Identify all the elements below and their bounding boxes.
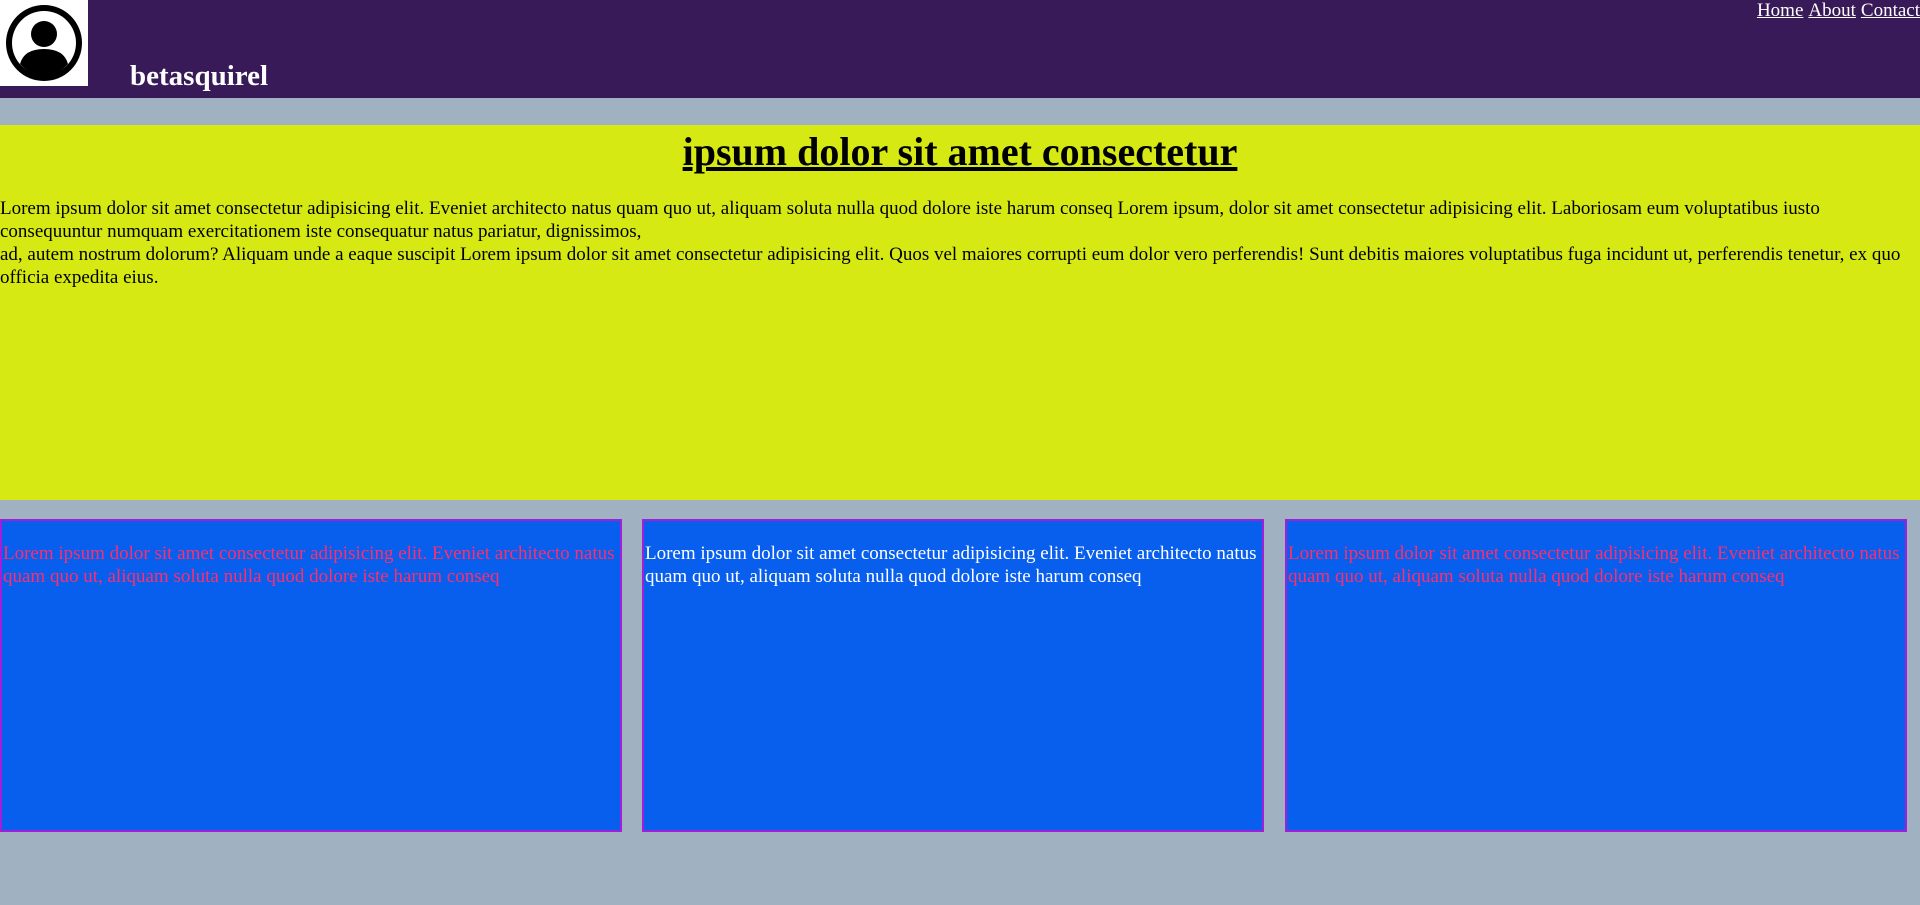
card-2: Lorem ipsum dolor sit amet consectetur a… [642,519,1264,832]
hero-paragraph-line-1: Lorem ipsum dolor sit amet consectetur a… [0,198,1820,242]
card-text: Lorem ipsum dolor sit amet consectetur a… [645,543,1257,587]
nav-link-about[interactable]: About [1808,0,1856,22]
nav-link-contact[interactable]: Contact [1861,0,1920,22]
card-text: Lorem ipsum dolor sit amet consectetur a… [3,543,615,587]
card-3: Lorem ipsum dolor sit amet consectetur a… [1285,519,1907,832]
main-nav: Home About Contact [1757,0,1920,22]
user-avatar-icon[interactable] [0,0,88,86]
card-1: Lorem ipsum dolor sit amet consectetur a… [0,519,622,832]
hero-title: ipsum dolor sit amet consectetur [682,129,1238,174]
hero-paragraph-line-2: ad, autem nostrum dolorum? Aliquam unde … [0,244,1901,288]
site-header: betasquirel Home About Contact [0,0,1920,98]
hero-section: ipsum dolor sit amet consectetur Lorem i… [0,125,1920,500]
hero-paragraph: Lorem ipsum dolor sit amet consectetur a… [0,197,1920,289]
site-name: betasquirel [130,60,269,92]
card-text: Lorem ipsum dolor sit amet consectetur a… [1288,543,1900,587]
nav-link-home[interactable]: Home [1757,0,1803,22]
